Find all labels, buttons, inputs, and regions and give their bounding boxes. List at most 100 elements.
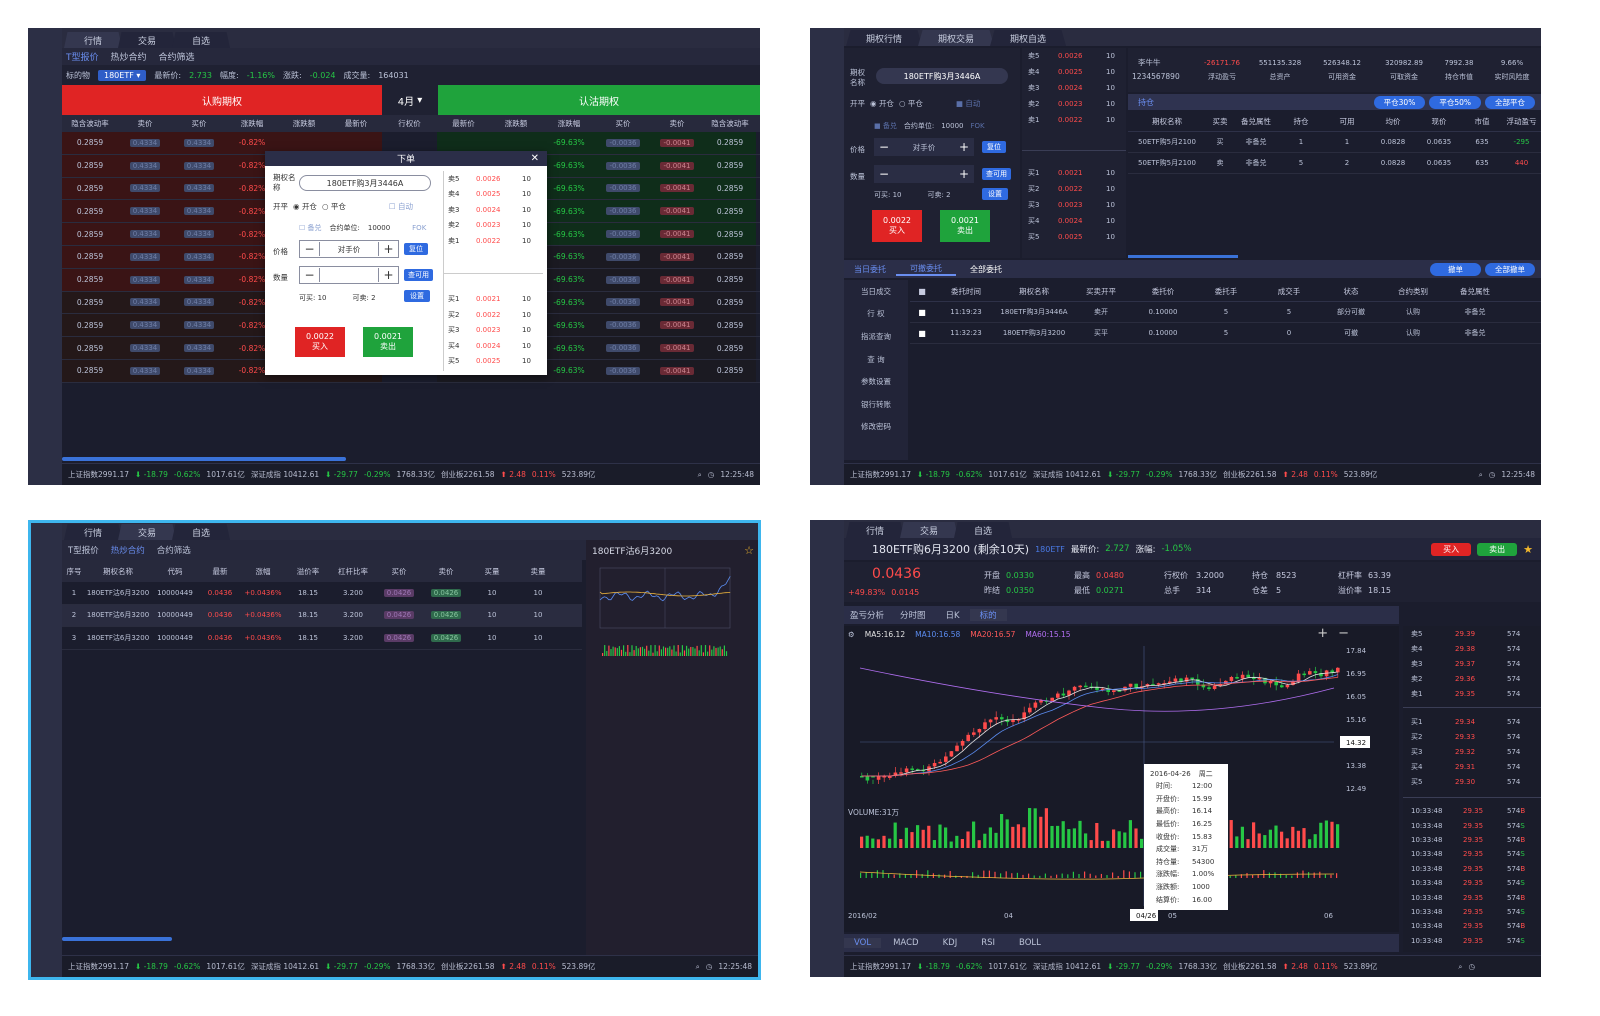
reset-button[interactable]: 复位 — [982, 141, 1006, 153]
table-row[interactable]: ■ 11:32:23 180ETF购3月3200 买平 0.10000 5 0 可撤 认购 非备兑 — [910, 323, 1541, 344]
open-radio[interactable]: ◉ 开仓 — [293, 201, 317, 212]
tab-watchlist[interactable]: 自选 — [954, 522, 1013, 538]
plus-icon[interactable]: + — [378, 242, 398, 256]
column-header[interactable]: 买量 — [470, 566, 514, 577]
table-row[interactable]: ■ 11:19:23 180ETF购3月3446A 卖开 0.10000 5 5 部分可撤 认购… — [910, 302, 1541, 323]
sidebar-item[interactable]: 查 询 — [844, 348, 908, 371]
subtab-hot[interactable]: 热炒合约 — [111, 50, 147, 63]
tab-option-trade[interactable]: 期权交易 — [918, 30, 995, 46]
tab-macd[interactable]: MACD — [881, 938, 930, 948]
minus-icon[interactable]: − — [300, 268, 320, 282]
month-select[interactable]: 4月 ▾ — [382, 85, 438, 115]
minus-icon[interactable]: − — [874, 167, 894, 181]
subtab-t-quote[interactable]: T型报价 — [62, 544, 105, 556]
tab-rsi[interactable]: RSI — [969, 938, 1007, 948]
tab-vol[interactable]: VOL — [844, 938, 882, 948]
sell-button[interactable]: 卖出 — [1477, 542, 1518, 556]
fok-label[interactable]: FOK — [970, 122, 984, 130]
column-header[interactable]: 买价 — [376, 566, 422, 577]
column-header[interactable]: 卖量 — [514, 566, 562, 577]
horizontal-scrollbar[interactable] — [1128, 255, 1238, 258]
close-30-button[interactable]: 平仓30% — [1373, 95, 1426, 109]
select-all-checkbox[interactable]: ■ — [910, 287, 934, 296]
tab-market[interactable]: 行情 — [846, 522, 905, 538]
tab-all-orders[interactable]: 全部委托 — [956, 264, 1016, 275]
max-available-button[interactable]: 查可用 — [982, 168, 1011, 180]
column-header[interactable]: 最新 — [200, 566, 240, 577]
search-icon[interactable]: ⌕ — [698, 470, 702, 480]
cancel-all-button[interactable]: 全部撤单 — [1485, 262, 1535, 276]
subtab-t-quote[interactable]: T型报价 — [66, 50, 99, 63]
column-header[interactable]: 代码 — [150, 566, 200, 577]
option-name-field[interactable]: 180ETF购3月3446A — [299, 175, 431, 191]
tab-watchlist[interactable]: 自选 — [172, 32, 231, 48]
sidebar-item[interactable]: 银行转账 — [844, 393, 908, 416]
refresh-icon[interactable]: ◷ — [1468, 962, 1475, 971]
plus-icon[interactable]: + — [378, 268, 398, 282]
underlying-select[interactable]: 180ETF ▾ — [98, 69, 147, 81]
zoom-in-icon[interactable]: + — [1317, 626, 1328, 641]
star-icon[interactable]: ☆ — [744, 544, 754, 557]
column-header[interactable]: 溢价率 — [286, 566, 330, 577]
price-value[interactable]: 对手价 — [320, 244, 378, 255]
column-header[interactable]: 涨幅 — [240, 566, 286, 577]
close-radio[interactable]: ○ 平仓 — [322, 201, 346, 212]
tab-pnl-analysis[interactable]: 盈亏分析 — [844, 609, 890, 621]
buy-button[interactable]: 0.0022 买入 — [295, 327, 345, 357]
tab-market[interactable]: 行情 — [64, 32, 123, 48]
cancel-order-button[interactable]: 撤单 — [1430, 262, 1481, 276]
table-row[interactable]: 3 180ETF沽6月3200 10000449 0.0436 +0.0436% 18.1… — [62, 627, 582, 650]
plus-icon[interactable]: + — [954, 140, 974, 154]
tab-market[interactable]: 行情 — [64, 524, 123, 540]
price-stepper[interactable]: − 对手价 + — [874, 138, 974, 156]
tab-daily-k[interactable]: 日K — [936, 609, 970, 621]
sell-button[interactable]: 0.0021 卖出 — [363, 327, 413, 357]
tab-intraday[interactable]: 分时图 — [890, 609, 936, 621]
underlying-link[interactable]: 180ETF — [1035, 545, 1065, 554]
column-header[interactable]: 期权名称 — [86, 566, 150, 577]
tab-option-market[interactable]: 期权行情 — [846, 30, 923, 46]
search-icon[interactable]: ⌕ — [696, 962, 700, 972]
subtab-hot[interactable]: 热炒合约 — [105, 544, 151, 556]
column-header[interactable]: 卖价 — [422, 566, 470, 577]
close-50-button[interactable]: 平仓50% — [1429, 95, 1481, 109]
auto-checkbox[interactable]: ■ 自动 — [956, 98, 980, 109]
table-row[interactable]: 50ETF购5月2100 卖 非备兑 5 2 0.0828 0.0635 635 440 — [1128, 153, 1541, 174]
tab-watchlist[interactable]: 自选 — [172, 524, 231, 540]
plus-icon[interactable]: + — [954, 167, 974, 181]
max-available-button[interactable]: 查可用 — [404, 269, 433, 281]
buy-button[interactable]: 0.0022 买入 — [872, 210, 922, 242]
settings-button[interactable]: 设置 — [982, 188, 1008, 200]
price-value[interactable]: 对手价 — [894, 142, 954, 153]
qty-stepper[interactable]: − + — [874, 165, 974, 183]
column-header[interactable]: 杠杆比率 — [330, 566, 376, 577]
minus-icon[interactable]: − — [300, 242, 320, 256]
table-row[interactable]: 1 180ETF沽6月3200 10000449 0.0436 +0.0436% 18.1… — [62, 582, 582, 605]
call-header[interactable]: 认购期权 — [62, 85, 382, 115]
row-checkbox[interactable]: ■ — [910, 308, 934, 317]
subtab-filter[interactable]: 合约筛选 — [159, 50, 195, 63]
sidebar-item[interactable]: 行 权 — [844, 303, 908, 326]
refresh-icon[interactable]: ◷ — [1489, 470, 1496, 479]
tab-cancelable-orders[interactable]: 可撤委托 — [896, 263, 956, 276]
table-row[interactable]: 2 180ETF沽6月3200 10000449 0.0436 +0.0436% 18.1… — [62, 604, 582, 627]
refresh-icon[interactable]: ◷ — [706, 962, 713, 971]
close-radio[interactable]: ○ 平仓 — [899, 98, 923, 109]
qty-stepper[interactable]: − + — [299, 266, 399, 284]
sidebar-item[interactable]: 指派查询 — [844, 325, 908, 348]
tab-kdj[interactable]: KDJ — [931, 938, 970, 948]
reset-button[interactable]: 复位 — [404, 243, 428, 255]
close-icon[interactable]: ✕ — [531, 153, 539, 164]
subtab-filter[interactable]: 合约筛选 — [151, 544, 197, 556]
price-stepper[interactable]: − 对手价 + — [299, 240, 399, 258]
position-tab[interactable]: 持仓 — [1138, 97, 1154, 108]
horizontal-scrollbar[interactable] — [62, 457, 346, 461]
refresh-icon[interactable]: ◷ — [708, 470, 715, 479]
settings-button[interactable]: 设置 — [404, 290, 430, 302]
covered-checkbox[interactable]: ☐ 备兑 — [299, 223, 322, 233]
tab-trade[interactable]: 交易 — [900, 522, 959, 538]
sidebar-item[interactable]: 参数设置 — [844, 370, 908, 393]
tab-option-watchlist[interactable]: 期权自选 — [990, 30, 1067, 46]
tab-today-orders[interactable]: 当日委托 — [844, 264, 896, 275]
minus-icon[interactable]: − — [874, 140, 894, 154]
